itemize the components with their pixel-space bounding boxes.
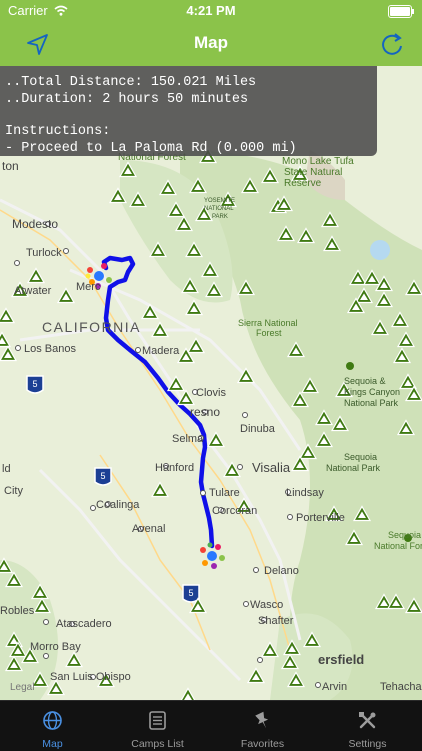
tab-map[interactable]: Map: [0, 701, 105, 751]
label-shafter: Shafter: [258, 615, 294, 627]
label-avenal: Avenal: [132, 523, 165, 535]
label-ton: ton: [2, 159, 19, 173]
label-robles: Robles: [0, 605, 35, 617]
label-yosemite-3: PARK: [212, 214, 228, 220]
label-sierra-2: Forest: [256, 328, 282, 338]
label-merced: Merc: [76, 281, 101, 293]
label-mono-lake: Mono Lake Tufa: [282, 156, 354, 167]
instructions-label: Instructions:: [5, 124, 111, 139]
label-los-banos: Los Banos: [24, 343, 76, 355]
tab-camps-list[interactable]: Camps List: [105, 701, 210, 751]
hwy5-b: 5: [100, 471, 105, 481]
label-atascadero: Atascadero: [56, 618, 112, 630]
hwy5-c: 5: [188, 588, 193, 598]
battery-icon: [388, 5, 414, 18]
label-turlock: Turlock: [26, 247, 62, 259]
tab-settings-label: Settings: [348, 738, 387, 750]
label-city: City: [4, 485, 23, 497]
label-madera: Madera: [142, 345, 180, 357]
label-selma: Selma: [172, 433, 204, 445]
total-distance: ..Total Distance: 150.021 Miles: [5, 75, 257, 90]
label-sequoia-2: Kings Canyon: [344, 387, 400, 397]
tab-settings[interactable]: Settings: [315, 701, 420, 751]
label-hanford: Hanford: [155, 462, 194, 474]
label-visalia: Visalia: [252, 460, 291, 475]
label-yosemite-1: YOSEMITE: [204, 198, 235, 204]
label-state-natural: State Natural: [284, 167, 342, 178]
label-wasco: Wasco: [250, 599, 283, 611]
refresh-icon[interactable]: [378, 30, 406, 58]
label-atwater: Atwater: [14, 285, 52, 297]
tab-camps-list-label: Camps List: [131, 738, 184, 750]
label-morro-bay: Morro Bay: [30, 641, 81, 653]
map-canvas[interactable]: 5 5 5 ton Modesto Turlock Atwater Merc C…: [0, 66, 422, 700]
instruction-item: - Proceed to La Paloma Rd (0.000 mi): [5, 141, 297, 156]
interstate-shield: 5: [94, 467, 112, 486]
legal-link: Legal: [10, 682, 34, 693]
globe-icon: [43, 711, 62, 730]
label-lindsay: Lindsay: [286, 487, 324, 499]
tools-icon: [359, 712, 376, 729]
label-dinuba: Dinuba: [240, 423, 276, 435]
interstate-shield: 5: [182, 584, 200, 603]
label-tulare: Tulare: [209, 487, 240, 499]
route-info-panel: ..Total Distance: 150.021 Miles ..Durati…: [0, 66, 377, 156]
label-sequoia-nf-2: National Park: [326, 463, 381, 473]
map-view[interactable]: 5 5 5 ton Modesto Turlock Atwater Merc C…: [0, 66, 422, 700]
tab-favorites[interactable]: Favorites: [210, 701, 315, 751]
label-ld: ld: [2, 463, 11, 475]
label-reserve: Reserve: [284, 178, 322, 189]
label-slo: San Luis Obispo: [50, 671, 131, 683]
label-fresno: resno: [190, 405, 220, 419]
label-corcoran: Corcoran: [212, 505, 257, 517]
label-delano: Delano: [264, 565, 299, 577]
duration: ..Duration: 2 hours 50 minutes: [5, 92, 249, 107]
label-seq-forest-1: Sequoia: [388, 530, 421, 540]
label-sequoia-3: National Park: [344, 398, 399, 408]
label-bakersfield: ersfield: [318, 652, 364, 667]
label-clovis: Clovis: [196, 387, 226, 399]
label-california: CALIFORNIA: [42, 319, 141, 335]
pin-icon: [255, 711, 269, 729]
status-time: 4:21 PM: [186, 3, 236, 18]
list-icon: [149, 711, 166, 730]
label-yosemite-2: NATIONAL: [204, 206, 234, 212]
label-arvin: Arvin: [322, 681, 347, 693]
label-coalinga: Coalinga: [96, 499, 140, 511]
label-sierra-1: Sierra National: [238, 318, 298, 328]
label-seq-forest-2: National Fore: [374, 541, 422, 551]
label-tehacha: Tehacha: [380, 681, 422, 693]
status-bar: Carrier 4:21 PM: [0, 0, 422, 22]
tab-bar: Map Camps List Favorites Settings: [0, 700, 422, 751]
nav-bar: Map: [0, 22, 422, 66]
label-porterville: Porterville: [296, 512, 345, 524]
tab-favorites-label: Favorites: [240, 738, 285, 750]
label-modesto: Modesto: [12, 217, 58, 231]
label-sequoia-nf-1: Sequoia: [344, 452, 377, 462]
hwy5-a: 5: [32, 379, 37, 389]
tab-map-label: Map: [42, 738, 63, 750]
interstate-shield: 5: [26, 375, 44, 394]
page-title: Map: [194, 33, 228, 52]
label-sequoia-1: Sequoia &: [344, 376, 386, 386]
